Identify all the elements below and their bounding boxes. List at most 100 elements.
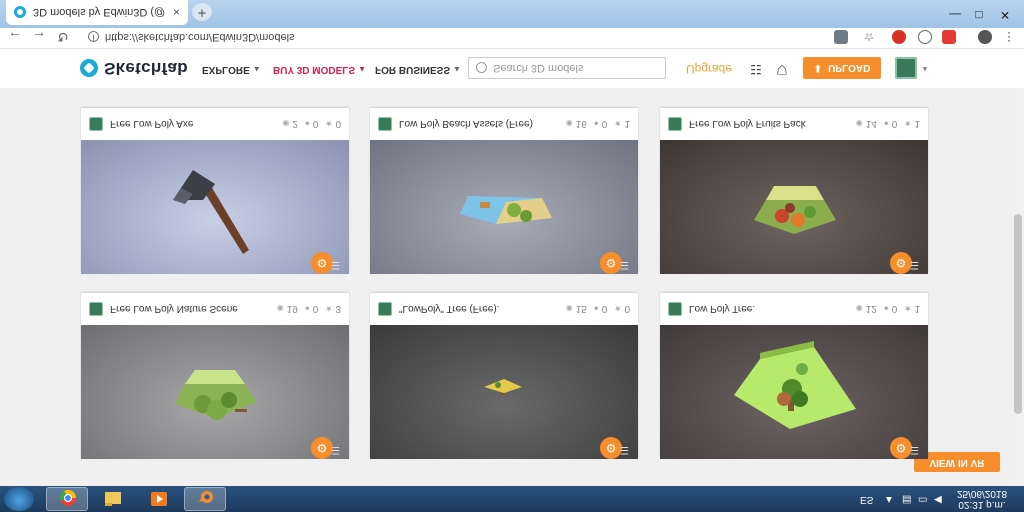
model-card[interactable]: ⚙ ☰ Low Poly Beach Assets (Free) ◉ 16 ● 0 … bbox=[370, 108, 638, 274]
model-name[interactable]: Low Poly Beach Assets (Free) bbox=[399, 119, 559, 130]
model-name[interactable]: Free Low Poly Nature Scene bbox=[110, 304, 270, 315]
model-card[interactable]: ⚙ ☰ Free Low Poly Axe ◉ 2 ● 0 ★ 0 bbox=[81, 108, 349, 274]
like-count[interactable]: ★ 1 bbox=[614, 119, 630, 130]
view-count-value: 14 bbox=[865, 118, 877, 130]
view-count: ◉ 2 bbox=[282, 119, 298, 130]
url-text: https://sketchfab.com/Edwin3D/models bbox=[105, 31, 295, 43]
settings-gear-icon[interactable]: ⚙ bbox=[890, 252, 912, 274]
nav-explore[interactable]: EXPLORE ▲ bbox=[202, 64, 261, 75]
view-count-value: 12 bbox=[865, 303, 877, 315]
back-button[interactable]: ← bbox=[6, 28, 24, 46]
windows-taskbar: ES ▲ ▤ ▭ ◀ 02:31 p.m. 25/06/2018 bbox=[0, 486, 1024, 512]
model-thumbnail[interactable] bbox=[81, 140, 349, 274]
viewer-options-icon[interactable]: ☰ bbox=[331, 444, 340, 455]
author-avatar[interactable] bbox=[378, 117, 392, 131]
blender-taskbar-button[interactable] bbox=[184, 487, 226, 511]
url-bar[interactable]: i https://sketchfab.com/Edwin3D/models bbox=[82, 28, 822, 46]
viewer-options-icon[interactable]: ☰ bbox=[620, 444, 629, 455]
volume-icon[interactable]: ◀ bbox=[934, 486, 942, 512]
upload-button[interactable]: ⬇ UPLOAD bbox=[803, 57, 881, 79]
like-count-value: 1 bbox=[914, 118, 920, 130]
battery-icon[interactable]: ▭ bbox=[918, 486, 927, 512]
browser-tab-active[interactable]: 3D models by Edwin3D (@Edwin × bbox=[6, 0, 188, 25]
shield-icon[interactable]: ⛉ bbox=[774, 61, 790, 77]
comment-count: ● 0 bbox=[594, 304, 607, 315]
viewer-options-icon[interactable]: ☰ bbox=[910, 259, 919, 270]
comment-icon: ● bbox=[304, 119, 310, 129]
system-clock[interactable]: 02:31 p.m. 25/06/2018 bbox=[952, 488, 1012, 510]
chrome-taskbar-button[interactable] bbox=[46, 487, 88, 511]
model-thumbnail[interactable] bbox=[370, 325, 638, 459]
settings-gear-icon[interactable]: ⚙ bbox=[600, 252, 622, 274]
profile-icon[interactable] bbox=[978, 30, 992, 44]
star-icon: ★ bbox=[325, 304, 333, 314]
model-thumbnail[interactable] bbox=[370, 140, 638, 274]
info-icon[interactable]: i bbox=[88, 31, 99, 43]
model-name[interactable]: Free Low Poly Fruits Pack bbox=[689, 119, 849, 130]
sketchfab-logo[interactable]: Sketchfab bbox=[80, 58, 188, 78]
block-icon[interactable] bbox=[918, 30, 932, 44]
new-tab-button[interactable]: + bbox=[192, 3, 212, 21]
kebab-menu-icon[interactable]: ⋮ bbox=[1002, 30, 1016, 44]
axe-model bbox=[173, 170, 249, 254]
model-name[interactable]: "LowPoly" Tree (Free). bbox=[399, 304, 559, 315]
author-avatar[interactable] bbox=[668, 117, 682, 131]
chevron-icon[interactable]: ▲ bbox=[921, 65, 929, 74]
close-tab-icon[interactable]: × bbox=[173, 6, 180, 20]
forward-button[interactable]: → bbox=[30, 28, 48, 46]
model-thumbnail[interactable] bbox=[81, 325, 349, 459]
network-icon[interactable]: ▤ bbox=[902, 486, 911, 512]
windows-start-icon[interactable] bbox=[4, 487, 34, 511]
view-count: ◉ 16 bbox=[566, 119, 587, 130]
extension-opera-icon[interactable] bbox=[892, 30, 906, 44]
ladder-icon[interactable]: ☷ bbox=[748, 61, 764, 77]
maximize-window-icon[interactable]: □ bbox=[968, 6, 990, 24]
like-count[interactable]: ★ 1 bbox=[904, 119, 920, 130]
media-player-taskbar-button[interactable] bbox=[138, 487, 180, 511]
translate-icon[interactable] bbox=[834, 30, 848, 44]
file-explorer-taskbar-button[interactable] bbox=[92, 487, 134, 511]
page-scrollbar[interactable] bbox=[1012, 88, 1024, 486]
author-avatar[interactable] bbox=[89, 302, 103, 316]
like-count[interactable]: ★ 1 bbox=[904, 304, 920, 315]
arrow-left-icon: ← bbox=[8, 29, 22, 45]
view-count-value: 15 bbox=[575, 303, 587, 315]
upgrade-link[interactable]: Upgrade bbox=[686, 62, 732, 76]
model-thumbnail[interactable] bbox=[660, 325, 928, 459]
comment-icon: ● bbox=[883, 119, 889, 129]
comment-icon: ● bbox=[883, 304, 889, 314]
reload-button[interactable]: ↻ bbox=[54, 28, 72, 46]
tray-expand-icon[interactable]: ▲ bbox=[884, 486, 894, 512]
model-name[interactable]: Free Low Poly Axe bbox=[110, 119, 275, 130]
scrollbar-thumb[interactable] bbox=[1014, 214, 1022, 414]
author-avatar[interactable] bbox=[89, 117, 103, 131]
close-window-icon[interactable]: ✕ bbox=[994, 6, 1016, 24]
viewer-options-icon[interactable]: ☰ bbox=[910, 444, 919, 455]
user-avatar[interactable] bbox=[895, 57, 917, 79]
nav-for-business[interactable]: FOR BUSINESS ▲ bbox=[375, 64, 461, 75]
nav-buy-3d-models[interactable]: BUY 3D MODELS ▲ bbox=[273, 64, 366, 75]
viewer-options-icon[interactable]: ☰ bbox=[620, 259, 629, 270]
like-count[interactable]: ★ 3 bbox=[325, 304, 341, 315]
viewer-options-icon[interactable]: ☰ bbox=[331, 259, 340, 270]
settings-gear-icon[interactable]: ⚙ bbox=[311, 252, 333, 274]
extension-abp-icon[interactable] bbox=[942, 30, 956, 44]
model-thumbnail[interactable] bbox=[660, 140, 928, 274]
model-card[interactable]: ⚙ ☰ Free Low Poly Fruits Pack ◉ 14 ● 0 ★ 1 bbox=[660, 108, 928, 274]
author-avatar[interactable] bbox=[668, 302, 682, 316]
language-indicator[interactable]: ES bbox=[860, 486, 873, 512]
settings-gear-icon[interactable]: ⚙ bbox=[600, 437, 622, 459]
search-input[interactable]: Search 3D models bbox=[468, 57, 666, 79]
model-card[interactable]: ⚙ ☰ Free Low Poly Nature Scene ◉ 19 ● 0 ★ 3 bbox=[81, 293, 349, 459]
like-count[interactable]: ★ 0 bbox=[614, 304, 630, 315]
settings-gear-icon[interactable]: ⚙ bbox=[311, 437, 333, 459]
like-count[interactable]: ★ 0 bbox=[325, 119, 341, 130]
model-card[interactable]: ⚙ ☰ "LowPoly" Tree (Free). ◉ 15 ● 0 ★ 0 bbox=[370, 293, 638, 459]
settings-gear-icon[interactable]: ⚙ bbox=[890, 437, 912, 459]
minimize-window-icon[interactable]: — bbox=[944, 6, 966, 24]
author-avatar[interactable] bbox=[378, 302, 392, 316]
model-card[interactable]: ⚙ ☰ Low Poly Tree. ◉ 12 ● 0 ★ 1 bbox=[660, 293, 928, 459]
clock-date: 25/06/2018 bbox=[956, 488, 1008, 499]
bookmark-star-icon[interactable]: ☆ bbox=[862, 30, 876, 44]
model-name[interactable]: Low Poly Tree. bbox=[689, 304, 849, 315]
